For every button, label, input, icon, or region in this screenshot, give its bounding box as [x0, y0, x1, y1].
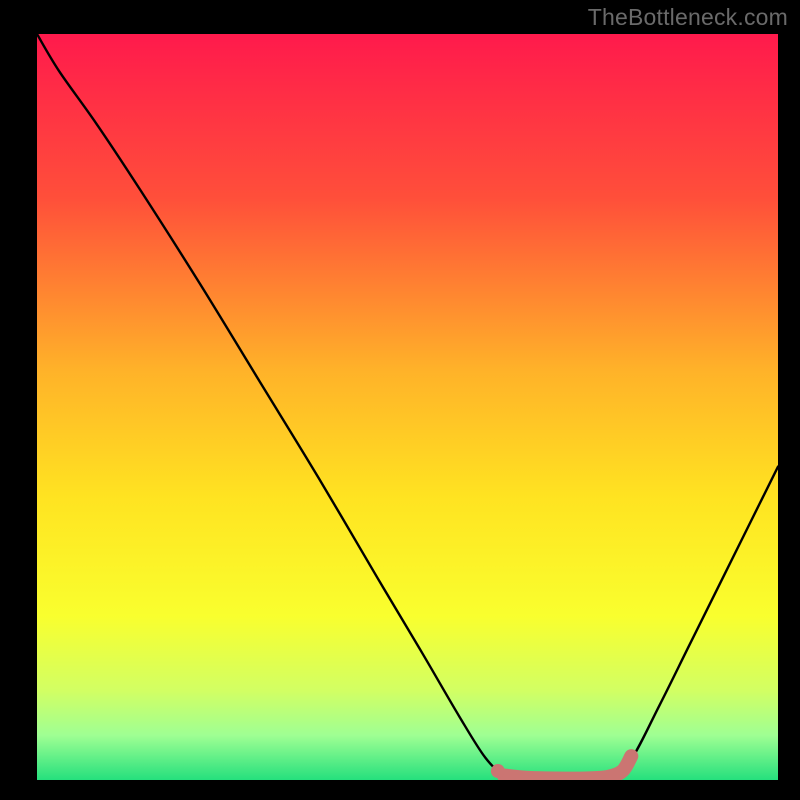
gradient-background [37, 34, 778, 780]
sweet-spot-marker [491, 764, 505, 778]
chart-plot-area [37, 34, 778, 780]
chart-svg [37, 34, 778, 780]
attribution-text: TheBottleneck.com [588, 4, 788, 31]
